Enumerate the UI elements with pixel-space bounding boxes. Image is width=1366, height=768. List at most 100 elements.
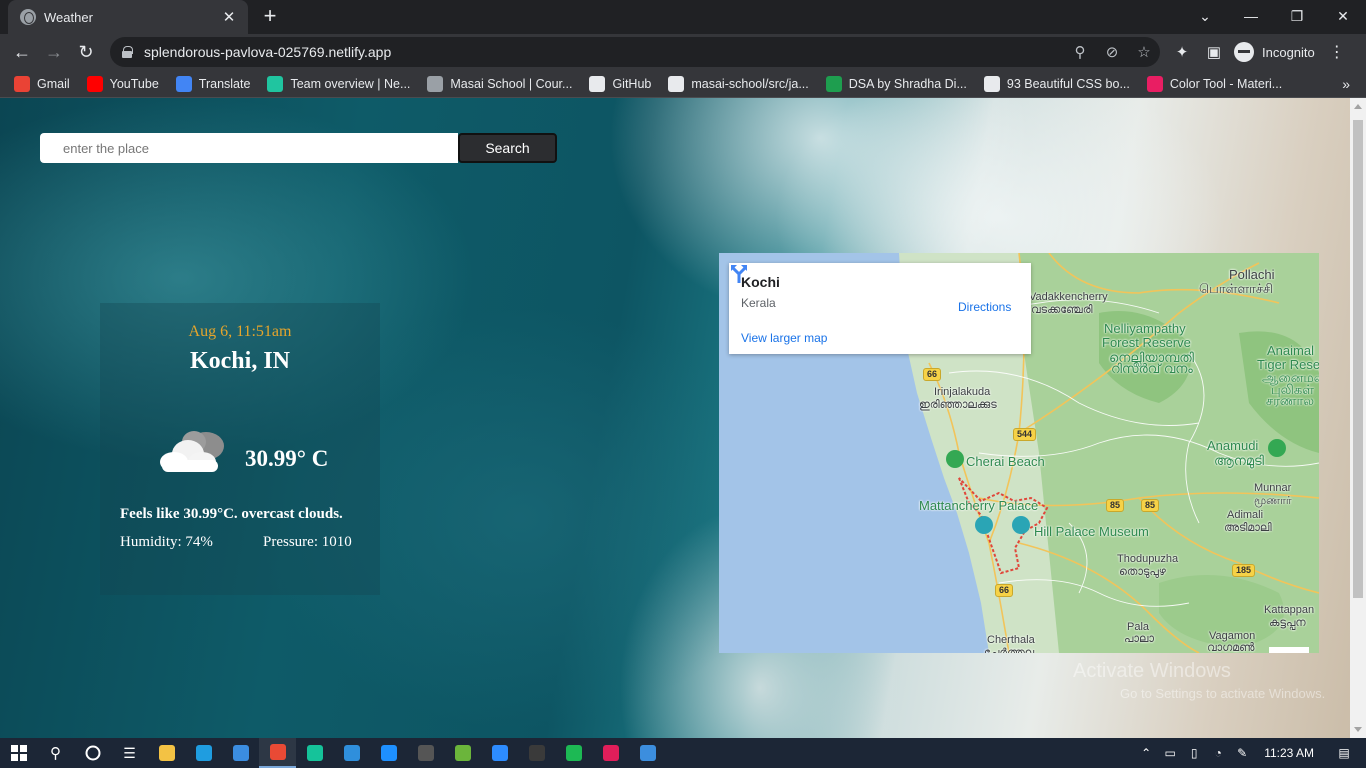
extensions-puzzle-icon[interactable]: ✦ (1166, 43, 1198, 61)
bookmark-item[interactable]: YouTube (86, 75, 159, 92)
embedded-google-map[interactable]: Pollachi பொள்ளாச்சி Vadakkencherry വടക്കഞ്ച… (719, 253, 1319, 653)
view-larger-map-link[interactable]: View larger map (741, 331, 827, 345)
route-shield: 66 (923, 368, 942, 381)
url-text[interactable]: splendorous-pavlova-025769.netlify.app (144, 44, 1064, 60)
new-tab-button[interactable]: + (258, 5, 282, 29)
bookmark-item[interactable]: GitHub (589, 75, 651, 92)
bookmark-item[interactable]: Color Tool - Materi... (1146, 75, 1282, 92)
map-place-label: Mattancherry Palace (919, 498, 1039, 513)
search-icon[interactable]: ⚲ (37, 738, 74, 768)
taskbar-app-spotify[interactable] (555, 738, 592, 768)
map-place-label: പാലാ (1124, 633, 1154, 645)
tab-search-chevron-icon[interactable]: ⌄ (1182, 0, 1228, 32)
windows-taskbar: ⚲ ☰ ⌃ ▭ ▯ ◔ ✎ 11:23 AM ▤ (0, 738, 1366, 768)
taskbar-app-file-explorer[interactable] (148, 738, 185, 768)
store-icon (380, 745, 397, 761)
incognito-profile-button[interactable]: Incognito (1230, 42, 1325, 62)
bookmark-item[interactable]: Masai School | Cour... (427, 75, 573, 92)
lock-icon[interactable] (122, 46, 133, 58)
directions-icon[interactable] (729, 263, 749, 283)
map-place-label: Pala (1127, 621, 1150, 633)
weather-temperature: 30.99° C (245, 446, 329, 471)
bookmark-item[interactable]: Team overview | Ne... (267, 75, 410, 92)
close-window-button[interactable]: ✕ (1320, 0, 1366, 32)
location-pin-icon[interactable]: ⚲ (1064, 43, 1096, 61)
map-place-region: Kerala (741, 296, 776, 310)
phone-link-icon[interactable]: ▯ (1182, 746, 1206, 760)
taskbar-app-vscode[interactable] (333, 738, 370, 768)
browser-toolbar: ← → ↻ splendorous-pavlova-025769.netlify… (0, 34, 1366, 70)
search-bar: Search (40, 133, 557, 163)
taskbar-app-app-green[interactable] (444, 738, 481, 768)
taskbar-app-slack[interactable] (592, 738, 629, 768)
bookmark-item[interactable]: 93 Beautiful CSS bo... (983, 75, 1130, 92)
map-place-label: വടക്കഞ്ചേരി (1031, 304, 1093, 316)
bookmark-label: Masai School | Cour... (450, 76, 573, 91)
map-place-label: மூணார் (1254, 495, 1292, 507)
map-place-label: சரணால (1266, 393, 1315, 408)
mail-icon (232, 745, 249, 761)
taskbar-app-store[interactable] (370, 738, 407, 768)
back-arrow-icon[interactable]: ← (8, 38, 36, 66)
scroll-down-arrow-icon[interactable] (1354, 727, 1362, 732)
notifications-icon[interactable]: ▤ (1332, 746, 1356, 760)
grammarly-icon (306, 745, 323, 761)
taskbar-app-zoom[interactable] (481, 738, 518, 768)
tab-strip: Weather ✕ + ⌄ — ❐ ✕ (0, 0, 1366, 34)
address-bar[interactable]: splendorous-pavlova-025769.netlify.app ⚲… (110, 37, 1160, 67)
wifi-icon[interactable]: ◔ (1206, 746, 1230, 760)
system-tray: ⌃ ▭ ▯ ◔ ✎ 11:23 AM ▤ (1134, 738, 1366, 768)
page-viewport: Search Aug 6, 11:51am Kochi, IN 30.99° C… (0, 98, 1350, 738)
minimize-button[interactable]: — (1228, 0, 1274, 32)
tab-close-button[interactable]: ✕ (220, 8, 238, 26)
app-green-icon (454, 745, 471, 761)
pen-icon[interactable]: ✎ (1230, 746, 1254, 760)
cortana-icon[interactable] (74, 738, 111, 768)
chevron-up-icon[interactable]: ⌃ (1134, 746, 1158, 760)
toolbar-right: ✦ ▣ Incognito ⋮ (1166, 38, 1349, 66)
bookmark-label: DSA by Shradha Di... (848, 76, 967, 91)
bookmarks-overflow-button[interactable]: » (1342, 76, 1350, 92)
map-place-label: ആനമുടി (1214, 453, 1264, 468)
globe-icon (20, 9, 36, 25)
place-search-input[interactable] (40, 133, 458, 163)
taskbar-app-grammarly[interactable] (296, 738, 333, 768)
forward-arrow-icon[interactable]: → (40, 38, 68, 66)
bookmark-item[interactable]: masai-school/src/ja... (668, 75, 809, 92)
browser-tab-weather[interactable]: Weather ✕ (8, 0, 248, 34)
taskbar-app-edge[interactable] (185, 738, 222, 768)
weather-humidity: Humidity: 74% (120, 534, 213, 550)
bookmark-label: 93 Beautiful CSS bo... (1006, 76, 1130, 91)
bookmark-item[interactable]: DSA by Shradha Di... (825, 75, 967, 92)
bookmark-favicon-icon (427, 75, 444, 92)
taskbar-app-chrome[interactable] (259, 738, 296, 768)
taskbar-clock[interactable]: 11:23 AM (1254, 746, 1332, 760)
kebab-menu-icon[interactable]: ⋮ (1325, 42, 1349, 62)
taskbar-app-mail[interactable] (222, 738, 259, 768)
directions-link[interactable]: Directions (958, 300, 1011, 314)
tab-title: Weather (44, 9, 93, 25)
restore-button[interactable]: ❐ (1274, 0, 1320, 32)
eye-slash-icon[interactable]: ⊘ (1096, 43, 1128, 61)
taskbar-app-terminal[interactable] (407, 738, 444, 768)
search-button[interactable]: Search (458, 133, 557, 163)
windows-start-icon[interactable] (0, 738, 37, 768)
bookmark-item[interactable]: Translate (175, 75, 250, 92)
bookmark-label: YouTube (109, 76, 159, 91)
map-place-label: Munnar (1254, 482, 1292, 494)
battery-icon[interactable]: ▭ (1158, 746, 1182, 760)
bookmark-star-icon[interactable]: ☆ (1128, 43, 1160, 61)
taskbar-app-photos[interactable] (629, 738, 666, 768)
map-place-label: റിസർവ് വനം (1111, 361, 1193, 376)
map-place-label: Hill Palace Museum (1034, 524, 1149, 539)
page-scrollbar[interactable] (1350, 98, 1366, 738)
task-view-icon[interactable]: ☰ (111, 738, 148, 768)
scrollbar-thumb[interactable] (1353, 120, 1363, 598)
side-panel-icon[interactable]: ▣ (1198, 43, 1230, 61)
scroll-up-arrow-icon[interactable] (1354, 104, 1362, 109)
reload-icon[interactable]: ↻ (72, 38, 100, 66)
bookmark-favicon-icon (14, 75, 30, 92)
chrome-icon (269, 744, 286, 760)
bookmark-item[interactable]: Gmail (14, 75, 70, 92)
taskbar-app-app-dark[interactable] (518, 738, 555, 768)
